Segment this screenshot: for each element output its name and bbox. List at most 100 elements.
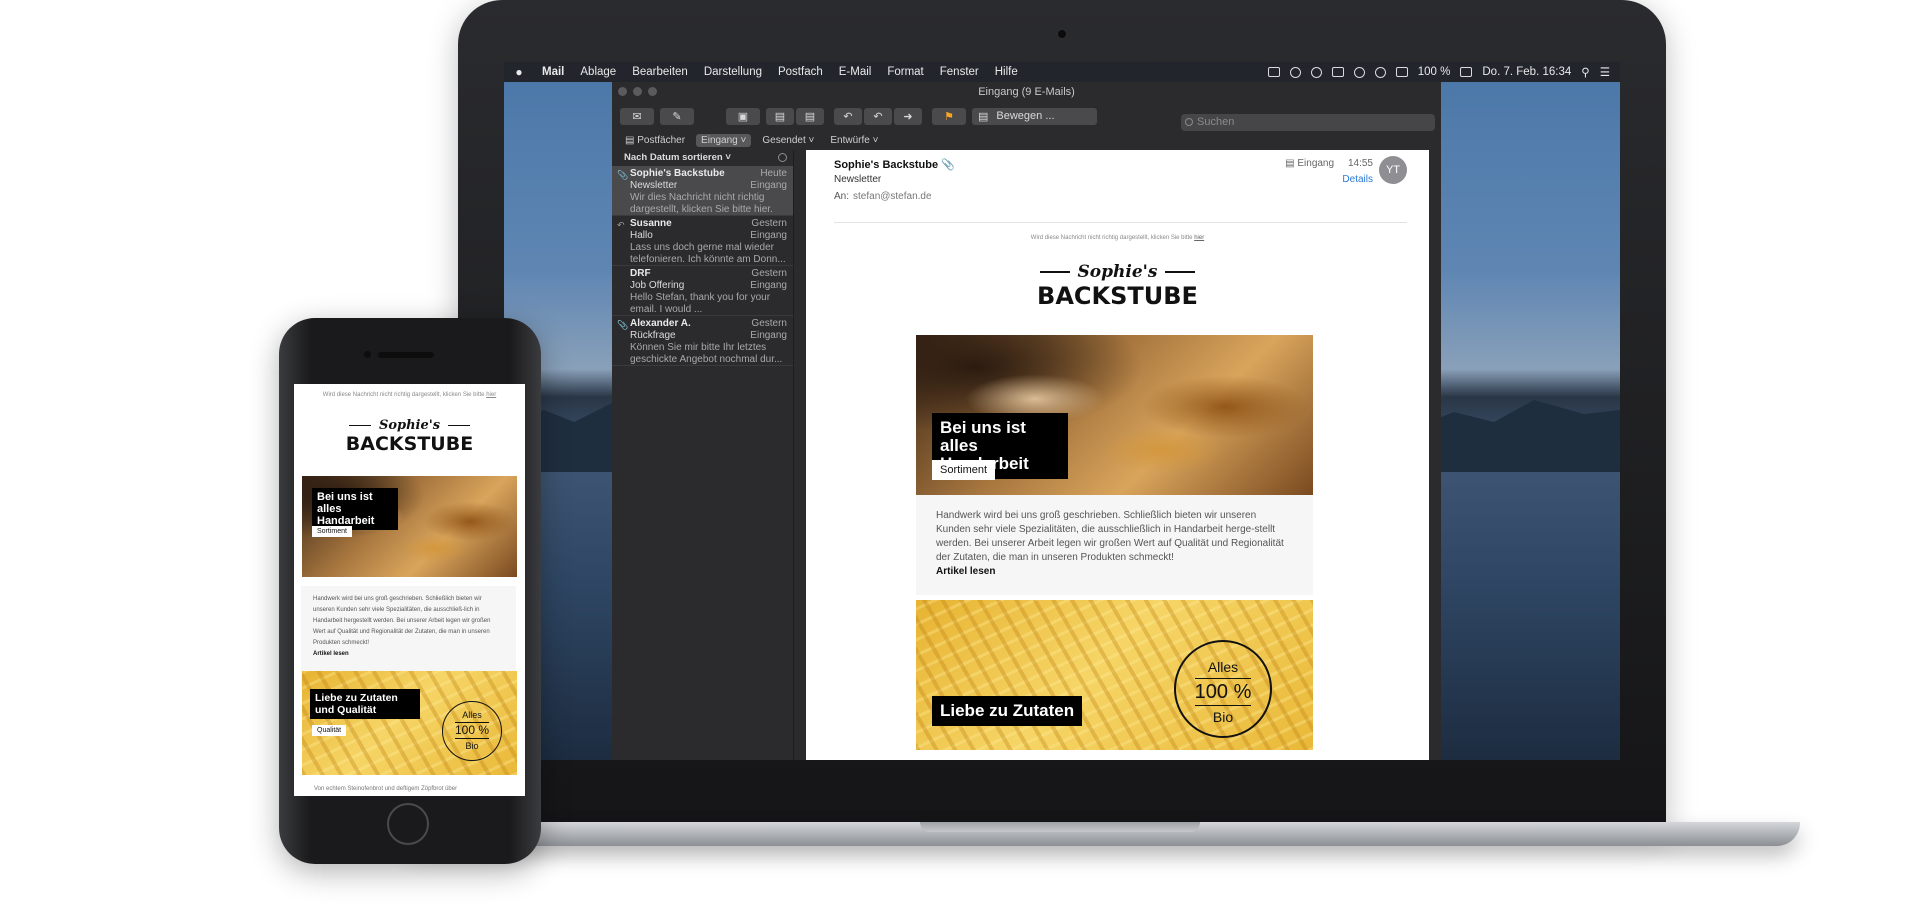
header-time: 14:55: [1347, 158, 1373, 169]
apple-icon[interactable]: ●: [504, 65, 534, 79]
battery-percent[interactable]: 100 %: [1418, 66, 1451, 78]
phone-footer-text: Von echtem Steinofenbrot und deftigem Zö…: [314, 786, 458, 792]
archive-icon: ▣: [737, 110, 749, 123]
message-mailbox: Eingang: [750, 330, 787, 341]
phone-logo-script: Sophie's: [378, 418, 441, 433]
attachment-icon: 📎: [617, 320, 629, 330]
bluetooth-icon[interactable]: [1353, 66, 1365, 78]
menu-email[interactable]: E-Mail: [831, 66, 880, 78]
seal-percent: 100 %: [1194, 678, 1252, 706]
header-meta: ▤ Eingang 14:55: [1285, 158, 1373, 169]
menu-darstellung[interactable]: Darstellung: [696, 66, 770, 78]
notification-center-icon[interactable]: ☰: [1600, 65, 1610, 79]
hero-image[interactable]: Bei uns ist alles Handarbeit Sortiment: [916, 335, 1313, 495]
zoom-window-button[interactable]: [648, 87, 657, 96]
details-link[interactable]: Details: [1342, 174, 1373, 185]
volume-icon[interactable]: [1395, 67, 1408, 77]
menu-ablage[interactable]: Ablage: [572, 66, 624, 78]
airplay-icon[interactable]: [1331, 67, 1344, 77]
article-text: Handwerk wird bei uns groß geschrieben. …: [916, 495, 1313, 595]
favorites-bar: ▤ Postfächer Eingang ˅ Gesendet ˅ Entwür…: [612, 130, 1441, 150]
menu-postfach[interactable]: Postfach: [770, 66, 831, 78]
phone-topline: Wird diese Nachricht nicht richtig darge…: [294, 392, 525, 398]
fav-inbox[interactable]: Eingang ˅: [696, 133, 752, 147]
list-item[interactable]: ↶ Susanne Gestern Hallo Eingang Lass uns d…: [612, 216, 793, 266]
trash-icon: ▤: [774, 110, 786, 123]
flag-button[interactable]: ⚑: [932, 107, 966, 125]
newsletter-logo: Sophie's BACKSTUBE: [806, 262, 1429, 310]
get-mail-button[interactable]: ✉: [620, 107, 654, 125]
phone-hero-tag-button[interactable]: Sortiment: [312, 526, 352, 537]
close-window-button[interactable]: [618, 87, 627, 96]
display-icon[interactable]: [1267, 67, 1280, 77]
phone-quality-image[interactable]: Liebe zu Zutaten und Qualität Qualität A…: [302, 671, 517, 775]
phone-bio-seal: Alles 100 % Bio: [442, 701, 502, 761]
hero-tag-button[interactable]: Sortiment: [932, 460, 996, 480]
wifi-icon[interactable]: [1374, 66, 1386, 78]
archive-button[interactable]: ▣: [726, 107, 760, 125]
message-date: Gestern: [751, 268, 787, 279]
mailbox-icon: ▤: [1285, 158, 1295, 169]
message-sender: DRF: [630, 268, 651, 279]
junk-button[interactable]: ▤: [796, 107, 824, 125]
window-title: Eingang (9 E-Mails): [978, 86, 1075, 98]
phone-read-more-link[interactable]: Artikel lesen: [313, 651, 349, 657]
phone-hero-image[interactable]: Bei uns ist alles Handarbeit Sortiment: [302, 476, 517, 577]
fav-mailboxes[interactable]: ▤ Postfächer: [620, 134, 690, 147]
sort-selector[interactable]: Nach Datum sortieren ˅: [612, 150, 793, 166]
reply-all-button[interactable]: ↶: [864, 107, 892, 125]
menu-bearbeiten[interactable]: Bearbeiten: [624, 66, 696, 78]
menu-clock[interactable]: Do. 7. Feb. 16:34: [1482, 66, 1571, 78]
attachment-icon[interactable]: 📎: [941, 159, 955, 171]
quality-title: Liebe zu Zutaten: [932, 696, 1083, 726]
phone-article-body: Handwerk wird bei uns groß geschrieben. …: [313, 596, 491, 646]
phone-logo-wordmark: BACKSTUBE: [345, 433, 474, 455]
topline-link[interactable]: hier: [1194, 235, 1204, 241]
list-item[interactable]: DRF Gestern Job Offering Eingang Hello Ste…: [612, 266, 793, 316]
message-subject: Rückfrage: [630, 330, 676, 341]
list-item[interactable]: 📎 Sophie's Backstube Heute Newsletter Eing…: [612, 166, 793, 216]
forward-button[interactable]: ➜: [894, 107, 922, 125]
compose-button[interactable]: ✎: [660, 107, 694, 125]
logo-line: [348, 424, 371, 427]
phone-topline-text: Wird diese Nachricht nicht richtig darge…: [322, 392, 485, 398]
sync-icon[interactable]: [1289, 66, 1301, 78]
to-address[interactable]: stefan@stefan.de: [853, 191, 932, 202]
window-titlebar: Eingang (9 E-Mails): [612, 82, 1441, 102]
skype-icon[interactable]: [1310, 66, 1322, 78]
search-input[interactable]: Suchen: [1181, 114, 1435, 131]
quality-image[interactable]: Alles 100 % Bio Liebe zu Zutaten: [916, 600, 1313, 750]
message-subject: Hallo: [630, 230, 653, 241]
phone-hero-title: Bei uns ist alles Handarbeit: [312, 488, 398, 530]
menu-hilfe[interactable]: Hilfe: [987, 66, 1026, 78]
phone-topline-link[interactable]: hier: [486, 392, 496, 398]
message-preview: Können Sie mir bitte Ihr letztes geschic…: [630, 342, 783, 365]
filter-icon[interactable]: [778, 153, 787, 162]
message-sender: Sophie's Backstube: [630, 168, 725, 179]
menu-format[interactable]: Format: [879, 66, 931, 78]
laptop-base-notch: [920, 822, 1200, 832]
list-item[interactable]: 📎 Alexander A. Gestern Rückfrage Eingang K…: [612, 316, 793, 366]
menu-app[interactable]: Mail: [534, 66, 572, 78]
spotlight-search-icon[interactable]: ⚲: [1581, 65, 1589, 79]
envelope-icon: ✉: [632, 110, 642, 123]
phone-home-button[interactable]: [387, 803, 429, 845]
menu-fenster[interactable]: Fenster: [932, 66, 987, 78]
message-mailbox: Eingang: [750, 230, 787, 241]
message-subject: Newsletter: [630, 180, 678, 191]
bio-seal: Alles 100 % Bio: [1174, 640, 1272, 738]
reply-button[interactable]: ↶: [834, 107, 862, 125]
phone-quality-tag-button[interactable]: Qualität: [312, 725, 347, 736]
seal-bottom-text: Bio: [1212, 709, 1234, 725]
fav-sent[interactable]: Gesendet ˅: [757, 134, 819, 147]
fav-drafts[interactable]: Entwürfe ˅: [825, 134, 883, 147]
read-more-link[interactable]: Artikel lesen: [936, 566, 995, 577]
message-view: Sophie's Backstube 📎 Newsletter An: stefa…: [806, 150, 1429, 760]
junk-icon: ▤: [804, 110, 816, 123]
delete-button[interactable]: ▤: [766, 107, 794, 125]
move-button[interactable]: ▤ Bewegen ...: [972, 107, 1097, 125]
phone-seal-top: Alles: [462, 710, 482, 720]
minimize-window-button[interactable]: [633, 87, 642, 96]
phone-screen: Wird diese Nachricht nicht richtig darge…: [294, 384, 525, 796]
battery-icon[interactable]: [1460, 67, 1473, 77]
